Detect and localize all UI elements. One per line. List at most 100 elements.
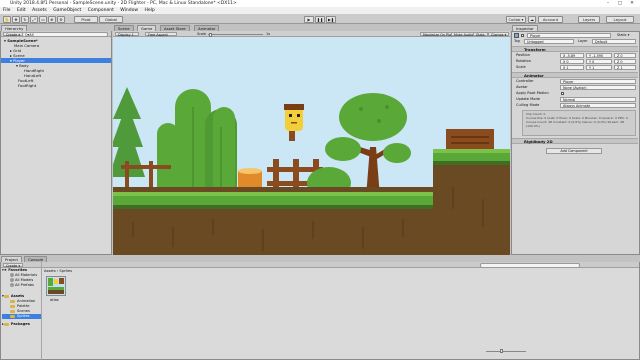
culling-mode-dropdown[interactable]: Always Animate	[560, 103, 636, 108]
menu-window[interactable]: Window	[120, 8, 138, 13]
assets-label: Assets	[10, 294, 25, 298]
stats-toggle[interactable]: Stats	[473, 32, 488, 37]
step-button[interactable]: ▶❚	[326, 16, 336, 23]
position-z-field[interactable]: Z 0	[614, 53, 636, 58]
avatar-value: None (Avatar)	[563, 86, 587, 90]
menu-help[interactable]: Help	[144, 8, 154, 13]
controller-value: Player	[563, 80, 574, 84]
scale-y-field[interactable]: Y 1	[586, 65, 612, 70]
scale-x-field[interactable]: X 1	[560, 65, 584, 70]
scale-tool-button[interactable]: ⤢	[30, 16, 38, 23]
avatar-label: Avatar	[516, 85, 528, 89]
close-button[interactable]: ✕	[626, 0, 638, 7]
add-component-button[interactable]: Add Component	[546, 148, 602, 154]
scale-z-field[interactable]: Z 1	[614, 65, 636, 70]
packages-header[interactable]: ▸ Packages	[2, 322, 30, 327]
collab-dropdown[interactable]: Collab ▾	[506, 16, 526, 23]
ground-main	[113, 187, 433, 255]
display-dropdown[interactable]: Display 1	[115, 32, 139, 37]
project-panel	[0, 262, 640, 360]
folder-icon	[3, 322, 9, 326]
scale-label-inspector: Scale	[516, 65, 526, 69]
position-x-field[interactable]: X -5.89	[560, 53, 584, 58]
rotation-z-field[interactable]: Z 0	[614, 59, 636, 64]
object-name-field[interactable]: Player	[527, 32, 611, 38]
global-toggle[interactable]: Global	[99, 16, 123, 23]
position-z-value: Z 0	[617, 54, 623, 58]
hierarchy-search-placeholder: Q▾All	[25, 32, 34, 37]
maximize-button[interactable]: □	[614, 0, 626, 7]
ground-ledge	[433, 149, 510, 255]
cloud-icon[interactable]: ☁	[528, 16, 536, 23]
update-mode-dropdown[interactable]: Normal	[560, 97, 636, 102]
scale-slider-handle[interactable]	[209, 32, 212, 37]
icon-size-slider-handle[interactable]	[500, 349, 503, 353]
favorite-item[interactable]: All Prefabs	[10, 283, 34, 288]
icon-size-slider-track[interactable]	[486, 351, 526, 352]
layer-dropdown[interactable]: Default	[592, 39, 636, 44]
menu-gameobject[interactable]: GameObject	[53, 8, 81, 13]
hierarchy-create-label: Create ▾	[6, 33, 21, 37]
position-y-field[interactable]: Y -1.595	[586, 53, 612, 58]
collab-label: Collab ▾	[508, 17, 524, 22]
rotation-y-field[interactable]: Y 0	[586, 59, 612, 64]
rotation-x-field[interactable]: X 0	[560, 59, 584, 64]
transform-tool-button[interactable]: ⊕	[48, 16, 56, 23]
hand-tool-button[interactable]: ✋	[3, 16, 11, 23]
folder-icon	[10, 309, 15, 313]
culling-mode-value: Always Animate	[563, 104, 591, 108]
pause-button[interactable]: ❚❚	[315, 16, 325, 23]
gizmos-dropdown[interactable]: Gizmos ▾	[488, 32, 510, 37]
rotation-y-value: Y 0	[589, 60, 595, 64]
pivot-toggle[interactable]: Pivot	[74, 16, 98, 23]
menu-file[interactable]: File	[3, 8, 11, 13]
scale-y-value: Y 1	[589, 66, 595, 70]
hierarchy-item-footright[interactable]: FootRight	[18, 83, 36, 88]
project-search-input[interactable]	[480, 262, 580, 268]
scale-slider-track[interactable]	[208, 34, 263, 35]
account-dropdown[interactable]: Account	[538, 16, 563, 23]
rotation-z-value: Z 0	[617, 60, 623, 64]
asset-folder-label: Palette	[17, 304, 30, 308]
animator-header[interactable]: Animator	[512, 72, 638, 78]
update-mode-label: Update Mode	[516, 97, 540, 101]
window-title: Unity 2018.4.8f1 Personal - SampleScene.…	[10, 1, 237, 6]
hierarchy-create-button[interactable]: Create ▾	[3, 32, 24, 37]
folder-icon	[3, 294, 9, 298]
avatar-field[interactable]: None (Avatar)	[560, 85, 636, 90]
folder-icon	[10, 304, 15, 308]
asset-folder-label: Sprites	[17, 314, 30, 318]
rotate-tool-button[interactable]: ↻	[21, 16, 29, 23]
update-mode-value: Normal	[563, 98, 576, 102]
packages-label: Packages	[10, 322, 30, 326]
minimize-button[interactable]: –	[602, 0, 614, 7]
layers-dropdown[interactable]: Layers	[578, 16, 600, 23]
hierarchy-search-input[interactable]: Q▾All	[22, 31, 108, 37]
atlas-thumbnail[interactable]	[46, 276, 66, 296]
controller-field[interactable]: Player	[560, 79, 636, 84]
layout-dropdown[interactable]: Layout	[606, 16, 634, 23]
game-view-canvas[interactable]	[113, 37, 510, 255]
asset-folder-item-selected[interactable]: Sprites	[2, 314, 41, 319]
favorite-label: All Materials	[15, 273, 38, 277]
add-component-label: Add Component	[560, 149, 588, 153]
root-motion-checkbox[interactable]	[561, 92, 564, 95]
play-button[interactable]: ▶	[304, 16, 314, 23]
animator-title: Animator	[524, 73, 544, 78]
static-dropdown[interactable]: Static ▾	[617, 33, 629, 37]
menu-component[interactable]: Component	[88, 8, 114, 13]
rigidbody-header[interactable]: Rigidbody 2D	[512, 138, 638, 144]
project-create-button[interactable]: Create ▾	[3, 263, 24, 268]
transform-header[interactable]: Transform	[512, 46, 638, 52]
move-tool-button[interactable]: ✥	[12, 16, 20, 23]
rect-tool-button[interactable]: ▭	[39, 16, 47, 23]
custom-tool-button[interactable]: ⚙	[57, 16, 65, 23]
active-checkbox[interactable]	[521, 33, 524, 37]
main-toolbar: ✋ ✥ ↻ ⤢ ▭ ⊕ ⚙ Pivot Global ▶ ❚❚ ▶❚ Colla…	[0, 14, 640, 24]
culling-mode-label: Culling Mode	[516, 103, 540, 107]
scale-value: 1x	[266, 32, 271, 36]
aspect-dropdown[interactable]: Free Aspect	[145, 32, 177, 37]
menu-assets[interactable]: Assets	[32, 8, 47, 13]
tag-dropdown[interactable]: Untagged	[524, 39, 574, 44]
menu-edit[interactable]: Edit	[17, 8, 26, 13]
